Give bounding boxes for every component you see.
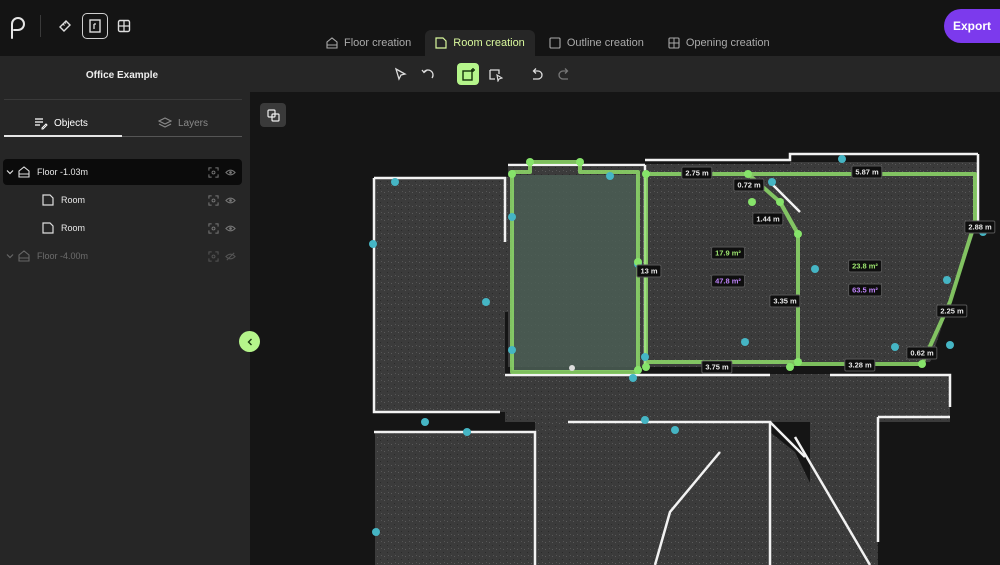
dimension-label: 2.25 m — [936, 304, 968, 318]
tab-label: Outline creation — [566, 37, 644, 49]
rotate-tool-button[interactable] — [416, 63, 438, 85]
tab-floor-creation[interactable]: Floor creation — [316, 30, 421, 56]
focus-icon[interactable] — [208, 222, 219, 234]
eye-icon[interactable] — [225, 195, 236, 206]
active-tab-indicator — [4, 135, 122, 137]
room-icon — [42, 194, 54, 206]
room-icon — [435, 37, 447, 49]
tree-item-room[interactable]: Room — [3, 215, 242, 241]
layers-icon — [158, 117, 172, 128]
area-label: 47.8 m² — [711, 274, 745, 288]
sidebar-divider — [4, 99, 242, 100]
tab-label: Opening creation — [685, 37, 770, 49]
tree-item-floor[interactable]: Floor -1.03m — [3, 159, 242, 185]
project-title: Office Example — [85, 70, 159, 81]
dimension-label: 2.75 m — [681, 166, 713, 180]
focus-icon[interactable] — [208, 166, 219, 178]
mode-tabs: Floor creation Room creation Outline cre… — [316, 30, 784, 56]
add-room-tool-button[interactable] — [457, 63, 479, 85]
objects-sidebar: Office Example Objects Layers Floor -1.0… — [0, 56, 250, 565]
top-bar: Floor creation Room creation Outline cre… — [0, 0, 1000, 56]
duplicate-button[interactable] — [260, 103, 286, 127]
tab-opening-creation[interactable]: Opening creation — [658, 30, 780, 56]
dimension-label: 3.28 m — [844, 358, 876, 372]
door-frame-icon — [89, 19, 101, 33]
header-divider — [40, 15, 41, 37]
floor-icon — [326, 37, 338, 49]
tab-outline-creation[interactable]: Outline creation — [539, 30, 654, 56]
tree-item-label: Room — [61, 195, 86, 205]
dimension-label: 13 m — [636, 264, 662, 278]
dimension-label: 3.35 m — [769, 294, 801, 308]
rotate-icon — [420, 68, 434, 78]
eye-icon[interactable] — [225, 223, 236, 234]
area-label: 63.5 m² — [848, 283, 882, 297]
opening-icon — [668, 37, 680, 49]
area-label: 23.8 m² — [848, 259, 882, 273]
window-grid-icon — [117, 19, 131, 33]
tree-item-label: Floor -1.03m — [37, 167, 89, 177]
dimension-label: 2.88 m — [964, 220, 996, 234]
dimension-label: 3.75 m — [701, 360, 733, 374]
chevron-down-icon[interactable] — [3, 168, 17, 176]
outline-icon — [549, 37, 561, 49]
undo-button[interactable] — [525, 63, 547, 85]
collapse-sidebar-button[interactable] — [239, 331, 260, 352]
select-tool-button[interactable] — [389, 63, 411, 85]
tree-item-room[interactable]: Room — [3, 187, 242, 213]
tab-label: Room creation — [453, 37, 525, 49]
window-tool-button[interactable] — [111, 13, 137, 39]
tab-layers[interactable]: Layers — [158, 113, 208, 133]
undo-icon — [532, 67, 543, 80]
chevron-down-icon[interactable] — [3, 252, 17, 260]
floor-plan-canvas[interactable]: 2.75 m 0.72 m 5.87 m 1.44 m 2.88 m 13 m 3.35 m… — [250, 92, 1000, 565]
tree-item-label: Floor -4.00m — [37, 251, 89, 261]
eye-icon[interactable] — [225, 167, 236, 178]
tree-item-floor[interactable]: Floor -4.00m — [3, 243, 242, 269]
tab-room-creation[interactable]: Room creation — [425, 30, 535, 56]
dimension-label: 0.62 m — [906, 346, 938, 360]
edit-room-tool-button[interactable] — [484, 63, 506, 85]
redo-button[interactable] — [553, 63, 575, 85]
floor-icon — [18, 166, 30, 178]
tab-label: Floor creation — [344, 37, 412, 49]
redo-icon — [557, 67, 568, 80]
focus-icon[interactable] — [208, 250, 219, 262]
tab-objects-label: Objects — [54, 117, 88, 129]
floor-icon — [18, 250, 30, 262]
tab-objects[interactable]: Objects — [34, 113, 88, 133]
tab-indicator-track — [122, 136, 242, 137]
add-room-icon — [461, 67, 475, 81]
app-logo-icon[interactable] — [8, 14, 26, 40]
export-button[interactable]: Export — [944, 9, 1000, 43]
chevron-left-icon — [247, 338, 252, 345]
edit-room-icon — [488, 68, 503, 82]
cursor-icon — [394, 67, 407, 81]
measure-tool-button[interactable] — [52, 13, 78, 39]
point-cloud-floorplan — [369, 152, 987, 565]
dimension-label: 1.44 m — [752, 212, 784, 226]
area-label: 17.9 m² — [711, 246, 745, 260]
tree-item-label: Room — [61, 223, 86, 233]
dimension-label: 5.87 m — [851, 165, 883, 179]
room-icon — [42, 222, 54, 234]
copy-icon — [266, 108, 280, 122]
tab-layers-label: Layers — [178, 117, 209, 129]
eye-off-icon[interactable] — [225, 251, 236, 262]
canvas-toolbar — [250, 56, 1000, 92]
ruler-icon — [59, 20, 71, 32]
focus-icon[interactable] — [208, 194, 219, 206]
door-tool-button[interactable] — [82, 13, 108, 39]
dimension-label: 0.72 m — [733, 178, 765, 192]
objects-list-icon — [35, 118, 48, 130]
